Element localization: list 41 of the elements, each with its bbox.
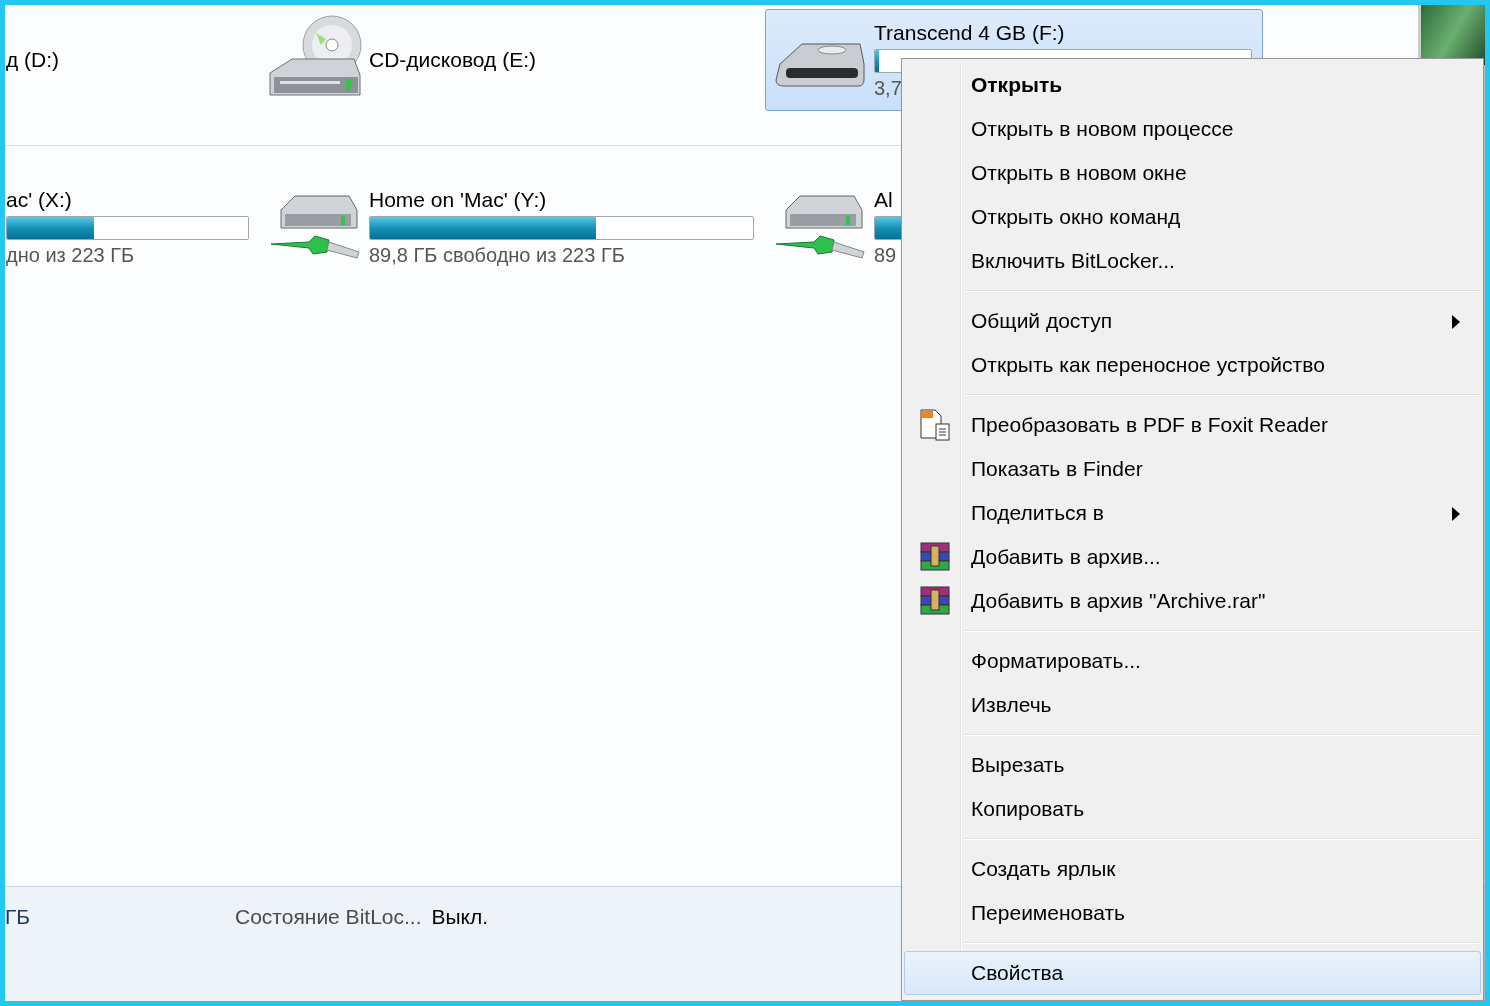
menu-item[interactable]: Извлечь <box>904 683 1481 727</box>
drive-tile[interactable]: ac' (X:) дно из 223 ГБ <box>5 176 260 278</box>
details-value: Выкл. <box>431 905 489 929</box>
free-space-text: 3,7 <box>874 76 902 100</box>
drive-tile[interactable]: Home on 'Mac' (Y:) 89,8 ГБ свободно из 223 ГБ <box>260 176 765 278</box>
archive-books-icon <box>918 540 952 574</box>
free-space-text: 89,8 ГБ свободно из 223 ГБ <box>369 243 625 267</box>
menu-item[interactable]: Вырезать <box>904 743 1481 787</box>
menu-item[interactable]: Открыть окно команд <box>904 195 1481 239</box>
menu-item[interactable]: Добавить в архив "Archive.rar" <box>904 579 1481 623</box>
menu-item[interactable]: Открыть <box>904 63 1481 107</box>
drive-name: Home on 'Mac' (Y:) <box>369 187 547 212</box>
document-icon <box>918 408 952 442</box>
archive-books-icon <box>918 584 952 618</box>
menu-item[interactable]: Открыть в новом процессе <box>904 107 1481 151</box>
menu-item[interactable]: Включить BitLocker... <box>904 239 1481 283</box>
drive-tile[interactable]: д (D:) <box>5 9 260 111</box>
details-size: ГБ <box>5 905 32 929</box>
menu-item[interactable]: Свойства <box>904 951 1481 995</box>
menu-item[interactable]: Копировать <box>904 787 1481 831</box>
drive-name: д (D:) <box>6 48 60 72</box>
menu-item[interactable]: Открыть как переносное устройство <box>904 343 1481 387</box>
menu-item[interactable]: Переименовать <box>904 891 1481 935</box>
drive-tile[interactable]: CD-дисковод (E:) <box>260 9 765 111</box>
menu-item[interactable]: Поделиться в <box>904 491 1481 535</box>
drive-name: CD-дисковод (E:) <box>369 48 536 72</box>
menu-item[interactable]: Добавить в архив... <box>904 535 1481 579</box>
drive-name: Al <box>874 187 893 212</box>
network-drive-icon <box>269 192 361 262</box>
menu-item[interactable]: Преобразовать в PDF в Foxit Reader <box>904 403 1481 447</box>
drive-name: ac' (X:) <box>6 187 72 212</box>
free-space-text: дно из 223 ГБ <box>6 243 135 267</box>
menu-item[interactable]: Форматировать... <box>904 639 1481 683</box>
menu-item[interactable]: Создать ярлык <box>904 847 1481 891</box>
menu-item[interactable]: Общий доступ <box>904 299 1481 343</box>
drive-name: Transcend 4 GB (F:) <box>874 20 1065 45</box>
details-label: Состояние BitLoc... <box>235 905 422 929</box>
free-space-text: 89 <box>874 243 897 267</box>
network-drive-icon <box>774 192 866 262</box>
menu-item[interactable]: Показать в Finder <box>904 447 1481 491</box>
menu-item[interactable]: Открыть в новом окне <box>904 151 1481 195</box>
